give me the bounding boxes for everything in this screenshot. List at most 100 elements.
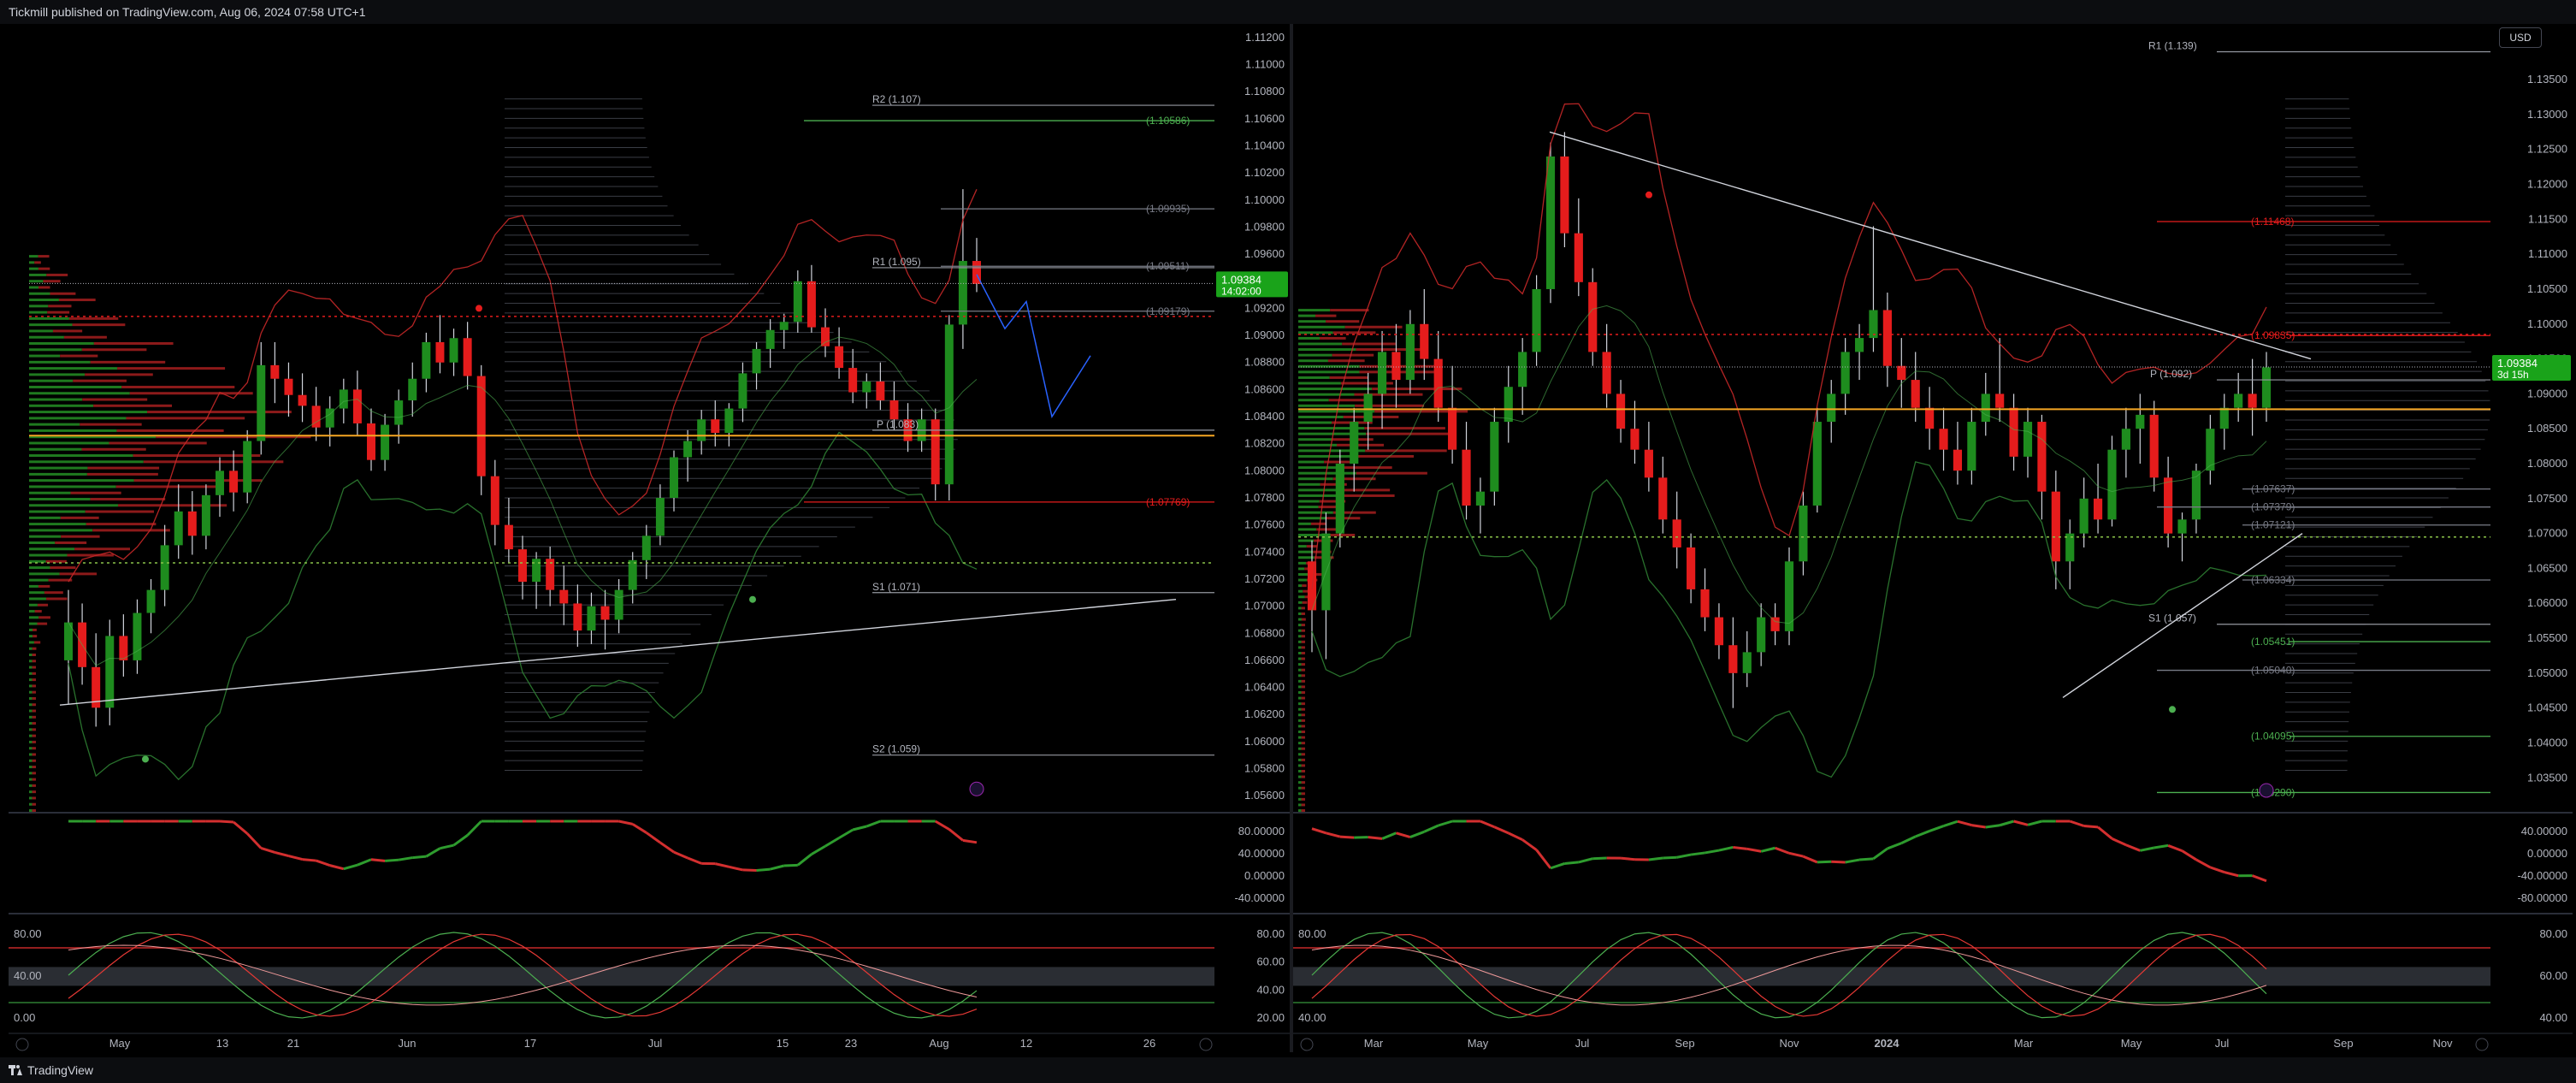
volume-profile-bar bbox=[29, 516, 61, 519]
candle-bull bbox=[1518, 352, 1527, 388]
volume-profile-bar bbox=[1301, 690, 1305, 694]
candle-bear bbox=[1939, 429, 1948, 450]
volume-profile-bar bbox=[1298, 353, 1332, 357]
volume-profile-bar bbox=[29, 360, 91, 364]
volume-profile-bar bbox=[29, 766, 32, 769]
candle-bull bbox=[1840, 352, 1850, 394]
price-axis-label: 1.10800 bbox=[1244, 85, 1285, 98]
candle-bull bbox=[1405, 323, 1415, 381]
time-axis-label: Jul bbox=[648, 1037, 663, 1050]
volume-profile-bar bbox=[29, 335, 64, 339]
volume-profile-bar bbox=[81, 447, 146, 451]
time-axis-label: Mar bbox=[1364, 1037, 1384, 1050]
volume-profile-bar bbox=[46, 273, 68, 276]
right-chart-panel[interactable]: 1.13500 1.13000 1.12500 1.12000 1.11500 1.110… bbox=[1293, 24, 2573, 1052]
volume-profile-bar bbox=[1301, 764, 1305, 767]
volume-profile-bar bbox=[93, 342, 174, 345]
volume-profile-bar bbox=[37, 603, 49, 607]
volume-profile-bar bbox=[29, 703, 32, 707]
volume-profile-bar bbox=[32, 796, 36, 800]
volume-profile-bar bbox=[1301, 696, 1305, 700]
volume-profile-bar bbox=[109, 441, 207, 445]
level-label: (1.10586) bbox=[1146, 115, 1190, 127]
volume-profile-bar bbox=[1298, 668, 1302, 672]
footer-bar: TradingView bbox=[0, 1057, 2576, 1083]
volume-profile-bar bbox=[29, 690, 32, 694]
volume-profile-bar bbox=[37, 622, 48, 625]
volume-profile-bar bbox=[1328, 399, 1367, 402]
osc2-right-axis-label: 60.00 bbox=[1256, 956, 1285, 968]
candle-bear bbox=[1925, 407, 1935, 429]
price-axis-label: 1.07200 bbox=[1244, 572, 1285, 585]
alert-bolt-icon[interactable] bbox=[969, 781, 984, 796]
volume-profile-bar bbox=[29, 429, 117, 432]
volume-profile-bar bbox=[29, 329, 53, 333]
volume-profile-bar bbox=[1302, 584, 1307, 588]
candle-bear bbox=[476, 376, 486, 476]
volume-profile-bar bbox=[29, 684, 32, 688]
candle-bull bbox=[587, 606, 596, 631]
candle-bear bbox=[435, 342, 445, 363]
osc1-axis-label: -80.00000 bbox=[2517, 891, 2567, 904]
volume-profile-bar bbox=[147, 411, 292, 414]
volume-profile-bar bbox=[1298, 786, 1302, 790]
volume-profile-bar bbox=[1341, 494, 1395, 497]
candle-bear bbox=[1391, 352, 1401, 381]
volume-profile-bar bbox=[1298, 471, 1356, 475]
volume-profile-bar bbox=[38, 584, 50, 588]
candle-bear bbox=[504, 524, 513, 550]
left-chart-svg[interactable]: 1.11200 1.11000 1.10800 1.10600 1.10400 1.102… bbox=[9, 24, 1290, 1052]
osc2-right-axis-label: 20.00 bbox=[1256, 1011, 1285, 1024]
volume-profile-bar bbox=[34, 261, 41, 264]
volume-profile-bar bbox=[70, 491, 121, 494]
volume-profile-bar bbox=[1301, 685, 1305, 689]
oscillator-line bbox=[1648, 856, 1663, 861]
candle-bull bbox=[1742, 652, 1752, 673]
volume-profile-bar bbox=[1298, 736, 1302, 739]
volume-profile-bar bbox=[1298, 309, 1331, 312]
volume-profile-bar bbox=[1298, 651, 1302, 654]
volume-profile-bar bbox=[1298, 607, 1302, 610]
oscillator-line bbox=[219, 820, 234, 824]
volume-profile-bar bbox=[58, 299, 96, 302]
time-axis-label: 13 bbox=[216, 1037, 228, 1050]
candle-bull bbox=[1827, 394, 1836, 423]
volume-profile-bar bbox=[44, 591, 63, 595]
volume-profile-bar bbox=[1298, 342, 1343, 346]
volume-profile-bar bbox=[1298, 314, 1315, 317]
time-axis-label: Mar bbox=[2014, 1037, 2034, 1050]
tradingview-logo[interactable]: TradingView bbox=[9, 1063, 93, 1077]
time-axis-label: 2024 bbox=[1875, 1037, 1900, 1050]
right-chart-svg[interactable]: 1.13500 1.13000 1.12500 1.12000 1.11500 1.110… bbox=[1293, 24, 2573, 1052]
volume-profile-bar bbox=[72, 323, 126, 327]
volume-profile-bar bbox=[29, 398, 83, 401]
time-axis-label: 26 bbox=[1143, 1037, 1155, 1050]
volume-profile-bar bbox=[1301, 809, 1305, 812]
volume-profile-bar bbox=[73, 379, 127, 382]
volume-profile-bar bbox=[1298, 359, 1328, 363]
osc1-axis-label: -40.00000 bbox=[1234, 891, 1285, 904]
volume-profile-bar bbox=[1310, 522, 1327, 525]
price-axis-label: 1.06800 bbox=[1244, 626, 1285, 639]
left-chart-panel[interactable]: 1.11200 1.11000 1.10800 1.10600 1.10400 1.102… bbox=[9, 24, 1290, 1052]
price-axis-label: 1.07600 bbox=[1244, 518, 1285, 531]
candle-bear bbox=[1897, 365, 1906, 381]
candle-bull bbox=[641, 536, 651, 560]
candle-bear bbox=[1574, 233, 1583, 282]
price-axis-label: 1.06400 bbox=[1244, 681, 1285, 694]
candle-bull bbox=[146, 589, 156, 613]
time-axis-label: Sep bbox=[1675, 1037, 1694, 1050]
volume-profile-bar bbox=[29, 696, 32, 700]
osc1-axis-label: 40.00000 bbox=[2521, 825, 2567, 837]
candle-bull bbox=[655, 498, 665, 536]
alert-bolt-icon[interactable] bbox=[2259, 783, 2274, 798]
volume-profile-bar bbox=[29, 305, 49, 308]
volume-profile-bar bbox=[1298, 410, 1375, 413]
osc2-right-axis-label: 60.00 bbox=[2539, 969, 2567, 982]
signal-dot bbox=[749, 595, 756, 603]
volume-profile-bar bbox=[29, 491, 71, 494]
volume-profile-bar bbox=[1298, 370, 1360, 374]
volume-profile-bar bbox=[1298, 601, 1303, 604]
currency-button[interactable]: USD bbox=[2499, 27, 2542, 48]
price-axis-label: 1.09800 bbox=[1244, 220, 1285, 233]
